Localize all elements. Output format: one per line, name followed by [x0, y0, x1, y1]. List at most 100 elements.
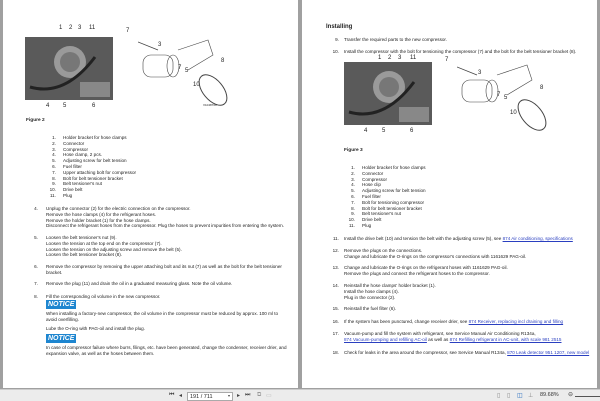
legend-number: 2.	[351, 170, 355, 176]
legend-number: 8.	[52, 175, 56, 181]
single-page-view-icon[interactable]: ▯	[497, 392, 500, 399]
notice-badge: NOTICE	[46, 300, 77, 309]
lube-text: Lube the O-ring with PAG-oil and install…	[46, 326, 145, 331]
legend-number: 9.	[52, 181, 56, 187]
link[interactable]: 870 Leak detector 951 1207, new model	[507, 350, 589, 355]
bookmark-view-icon[interactable]: ▯	[507, 392, 510, 399]
step-number: 16.	[332, 319, 339, 324]
legend-number: 6.	[52, 164, 56, 169]
scroll-view-icon[interactable]: ⊥	[528, 392, 533, 399]
copy-icon[interactable]: ⧉	[257, 392, 261, 399]
step-number: 5.	[34, 235, 38, 240]
callout: 2	[69, 25, 73, 31]
bottom-toolbar: ⏮ ◂ 191 / 711 ▾ ▸ ⏭ ⧉ ▭ ▯ ▯ ◫ ⊥ 89.68% ⊖	[0, 389, 600, 401]
legend-number: 4.	[351, 182, 355, 188]
step-number: 7.	[34, 281, 38, 286]
legend-item: Plug	[63, 193, 73, 198]
legend-number: 3.	[52, 146, 56, 152]
callout: 3	[78, 25, 82, 31]
pdf-page-right: Installing 9. Transfer the required part…	[302, 0, 597, 388]
legend-number: 5.	[351, 188, 355, 194]
page-dropdown-icon[interactable]: ▾	[228, 393, 230, 398]
page-number-input[interactable]: 191 / 711	[187, 391, 233, 401]
step-number: 11.	[332, 236, 339, 241]
notice-badge: NOTICE	[46, 334, 77, 343]
callout: 11	[89, 25, 96, 31]
compressor-photo	[344, 62, 432, 125]
step-text: Remove the plugs on the connections.	[344, 248, 423, 253]
callout: 7	[178, 65, 182, 71]
step-number: 10.	[332, 49, 339, 54]
callout: 5	[185, 68, 189, 74]
callout: 5	[504, 95, 508, 101]
step-number: 4.	[34, 206, 38, 211]
legend-number: 10.	[49, 187, 56, 193]
link[interactable]: 874 Refilling refrigerant in AC-unit, wi…	[450, 337, 562, 342]
step-text: Disconnect the refrigerant hoses from th…	[46, 223, 284, 229]
legend-number: 11.	[49, 193, 56, 198]
legend-number: 9.	[351, 211, 355, 217]
two-page-view-icon[interactable]: ◫	[517, 392, 523, 399]
step-text: Change and lubricate the O-rings on the …	[344, 265, 508, 270]
zoom-level: 89.68%	[540, 392, 559, 398]
diagram-code: V1048760	[203, 103, 217, 107]
step-text: Transfer the required parts to the new c…	[344, 37, 447, 42]
legend-number: 1.	[351, 165, 355, 170]
callout: 7	[445, 57, 449, 63]
callout: 11	[410, 55, 417, 61]
prev-page-icon[interactable]: ◂	[179, 392, 182, 399]
step-number: 18.	[332, 350, 339, 355]
step-text: Install the drive belt (10) and tension …	[344, 236, 573, 241]
first-page-icon[interactable]: ⏮	[169, 392, 174, 399]
legend-number: 5.	[52, 158, 56, 164]
zoom-out-icon[interactable]: ⊖	[568, 391, 573, 398]
step-number: 12.	[332, 248, 339, 253]
callout: 10	[193, 82, 200, 88]
callout: 10	[510, 110, 517, 116]
step-number: 15.	[332, 306, 339, 311]
next-page-icon[interactable]: ▸	[237, 392, 240, 399]
last-page-icon[interactable]: ⏭	[245, 392, 250, 399]
callout: 8	[221, 58, 225, 64]
notice-text: When installing a factory-new compressor…	[46, 311, 279, 316]
legend-item: Plug	[362, 223, 372, 228]
figure-title: Figure 3	[344, 148, 363, 153]
callout: 1	[59, 25, 63, 31]
step-text: Install the compressor with the bolt for…	[344, 49, 577, 54]
paste-icon[interactable]: ▭	[266, 392, 272, 399]
legend-number: 10.	[348, 217, 355, 223]
callout: 8	[540, 85, 544, 91]
figure-title: Figure 2	[26, 118, 45, 123]
callout: 5	[382, 128, 386, 134]
step-text: 874 Vacuum-pumping and refilling AC-oil …	[344, 337, 562, 342]
notice-text: avoid overfilling.	[46, 317, 79, 322]
zoom-slider[interactable]	[575, 396, 600, 397]
callout: 3	[158, 42, 162, 48]
step-number: 17.	[332, 331, 339, 336]
step-text: Vacuum-pump and fill the system with ref…	[344, 331, 536, 336]
step-text: Remove the compressor by removing the up…	[46, 264, 282, 269]
step-text: bracket.	[46, 269, 63, 275]
legend-number: 4.	[52, 152, 56, 158]
section-heading: Installing	[326, 24, 353, 30]
compressor-photo	[25, 37, 113, 100]
legend-number: 11.	[348, 223, 355, 228]
step-text: Remove the plug (11) and drain the oil i…	[46, 281, 233, 286]
callout: 4	[46, 103, 50, 109]
step-text: Check for leaks in the area around the c…	[344, 350, 590, 355]
page-indicator: 191 / 711	[190, 393, 213, 400]
step-text: Loosen the belt tensioner bracket (8).	[46, 252, 123, 258]
notice-text: expansion valve, as well as the hoses be…	[46, 351, 155, 356]
link[interactable]: 874 Air conditioning, specifications	[503, 236, 573, 241]
step-number: 6.	[34, 264, 38, 269]
step-text: Remove the plugs and connect the refrige…	[344, 271, 490, 276]
step-number: 13.	[332, 265, 339, 270]
step-text: Plug in the connector (2).	[344, 295, 396, 300]
link[interactable]: 874 Vacuum-pumping and refilling AC-oil	[344, 337, 427, 342]
callout: 5	[63, 103, 67, 109]
legend-number: 1.	[52, 135, 56, 140]
callout: 3	[398, 55, 402, 61]
link[interactable]: 874 Receiver, replacing incl draining an…	[469, 319, 563, 324]
legend-number: 2.	[52, 140, 56, 146]
step-number: 14.	[332, 283, 339, 288]
